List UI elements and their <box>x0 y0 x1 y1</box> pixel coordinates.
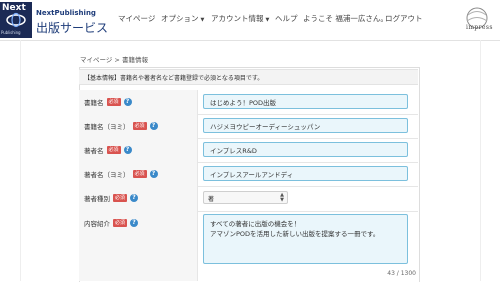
required-badge: 必須 <box>113 194 128 202</box>
author-kana-input[interactable] <box>203 166 408 181</box>
logo-swirl-icon <box>6 12 26 28</box>
required-badge: 必須 <box>113 219 128 227</box>
row-book-title-kana: 書籍名（ヨミ） 必須 ? <box>79 114 418 139</box>
nav-help[interactable]: ヘルプ <box>275 13 298 24</box>
label-cell: 著者種別 必須 ? <box>79 186 198 211</box>
label-cell: 著者名 必須 ? <box>79 138 198 162</box>
page-edge-left <box>20 40 21 281</box>
help-icon[interactable]: ? <box>123 98 132 106</box>
character-counter: 43 / 1300 <box>387 270 416 277</box>
required-badge: 必須 <box>106 146 121 154</box>
book-title-kana-input[interactable] <box>203 118 408 133</box>
label-cell: 書籍名（ヨミ） 必須 ? <box>79 114 198 138</box>
nav-mypage[interactable]: マイページ <box>118 13 155 24</box>
nav-logout[interactable]: ログアウト <box>385 13 423 24</box>
row-book-title: 書籍名 必須 ? <box>79 90 418 115</box>
description-textarea[interactable]: すべての著者に出版の機会を！ アマゾンPODを活用した新しい出版を提案する一冊で… <box>203 214 408 264</box>
impress-wordmark: impress <box>466 24 493 31</box>
author-kana-label: 著者名（ヨミ） <box>84 171 130 179</box>
required-badge: 必須 <box>132 170 147 178</box>
help-icon[interactable]: ? <box>130 219 139 227</box>
row-author: 著者名 必須 ? <box>79 138 418 163</box>
nav-welcome[interactable]: ようこそ 福浦一広さん。 <box>303 13 388 24</box>
impress-logo-icon[interactable] <box>461 5 493 37</box>
book-title-kana-label: 書籍名（ヨミ） <box>84 123 130 131</box>
nav-account-label: アカウント情報 <box>211 14 264 23</box>
select-arrows-icon: ▲ ▼ <box>280 192 284 203</box>
nav-account[interactable]: アカウント情報 ▼ <box>211 13 269 24</box>
label-cell: 書籍名 必須 ? <box>79 90 198 114</box>
author-label: 著者名 <box>84 147 104 155</box>
section-info-bar: 【基本情報】書籍名や著者名など書籍登録で必須となる項目です。 <box>79 69 418 85</box>
book-title-input[interactable] <box>203 94 408 109</box>
brand-name-jp[interactable]: 出版サービス <box>36 19 108 36</box>
description-line-1: すべての著者に出版の機会を！ <box>210 220 301 228</box>
author-input[interactable] <box>203 142 408 157</box>
row-author-kana: 著者名（ヨミ） 必須 ? <box>79 162 418 187</box>
row-description: 内容紹介 必須 ? すべての著者に出版の機会を！ アマゾンPODを活用した新しい… <box>79 211 418 281</box>
required-badge: 必須 <box>106 98 121 106</box>
chevron-down-icon: ▼ <box>265 17 270 23</box>
nav-logout-label: ログアウト <box>385 14 423 23</box>
help-icon[interactable]: ? <box>123 146 132 154</box>
author-type-select[interactable]: 著 ▲ ▼ <box>203 191 288 204</box>
required-badge: 必須 <box>132 122 147 130</box>
brand-name-en[interactable]: NextPublishing <box>36 9 96 17</box>
author-type-value: 著 <box>208 196 215 203</box>
nav-mypage-label: マイページ <box>118 14 156 23</box>
book-title-label: 書籍名 <box>84 99 104 107</box>
description-label: 内容紹介 <box>84 220 110 228</box>
description-line-2: アマゾンPODを活用した新しい出版を提案する一冊です。 <box>210 230 380 238</box>
section-info-text: 【基本情報】書籍名や著者名など書籍登録で必須となる項目です。 <box>84 75 264 82</box>
nav-help-label: ヘルプ <box>275 14 298 23</box>
chevron-down-icon: ▼ <box>200 17 205 23</box>
nav-options[interactable]: オプション ▼ <box>161 13 204 24</box>
label-cell: 著者名（ヨミ） 必須 ? <box>79 162 198 186</box>
author-type-label: 著者種別 <box>84 195 110 203</box>
logo-subtext: Publishing <box>1 30 21 35</box>
help-icon[interactable]: ? <box>149 170 158 178</box>
nav-options-label: オプション <box>161 14 199 23</box>
row-author-type: 著者種別 必須 ? 著 ▲ ▼ <box>79 186 418 212</box>
page-edge-right <box>480 40 481 281</box>
help-icon[interactable]: ? <box>149 122 158 130</box>
help-icon[interactable]: ? <box>130 194 139 202</box>
label-cell: 内容紹介 必須 ? <box>79 211 198 281</box>
breadcrumb[interactable]: マイページ > 書籍情報 <box>80 54 148 64</box>
nextpublishing-logo[interactable]: Next Publishing <box>0 2 32 38</box>
top-header: Next Publishing NextPublishing 出版サービス マイ… <box>0 0 500 41</box>
nav-welcome-label: ようこそ 福浦一広さん。 <box>303 14 388 23</box>
